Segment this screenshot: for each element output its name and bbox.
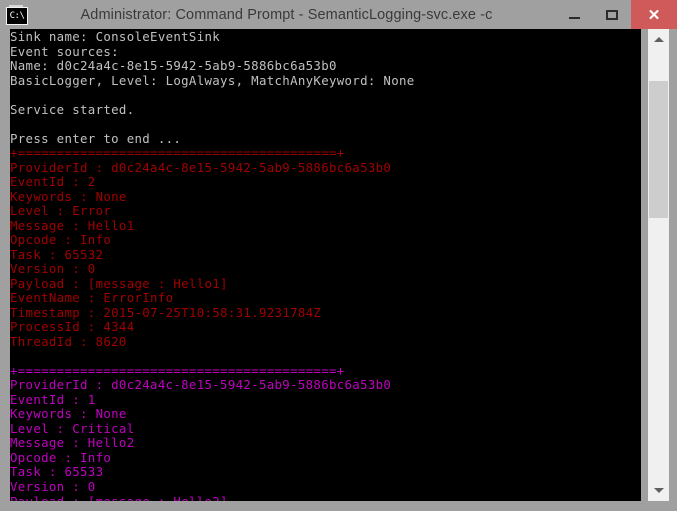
maximize-icon [606, 9, 618, 20]
scrollbar-thumb[interactable] [649, 81, 668, 218]
console-line: Press enter to end ... [10, 130, 182, 146]
console-window-icon: C:\ [6, 4, 28, 25]
console-line: Timestamp : 2015-07-25T10:58:31.9231784Z [10, 304, 322, 320]
console-line: Payload : [message : Hello2] [10, 493, 228, 501]
console-line: Name: d0c24a4c-8e15-5942-5ab9-5886bc6a53… [10, 58, 337, 74]
console-line: ProviderId : d0c24a4c-8e15-5942-5ab9-588… [10, 377, 392, 393]
console-line: Keywords : None [10, 188, 127, 204]
title-bar[interactable]: C:\ Administrator: Command Prompt - Sema… [0, 0, 677, 29]
console-line: Level : Critical [10, 420, 135, 436]
close-button[interactable]: ✕ [631, 0, 677, 29]
maximize-button[interactable] [593, 0, 631, 29]
console-line: Sink name: ConsoleEventSink [10, 29, 221, 44]
console-line: EventId : 1 [10, 391, 96, 407]
console-line: Event sources: [10, 43, 119, 59]
console-line: ProviderId : d0c24a4c-8e15-5942-5ab9-588… [10, 159, 392, 175]
console-line: Keywords : None [10, 406, 127, 422]
console-line: Message : Hello2 [10, 435, 135, 451]
vertical-scrollbar[interactable] [648, 29, 669, 501]
close-icon: ✕ [647, 6, 661, 24]
console-line: EventName : ErrorInfo [10, 290, 174, 306]
console-line: Payload : [message : Hello1] [10, 275, 228, 291]
console-line: Task : 65533 [10, 464, 104, 480]
minimize-icon [568, 16, 580, 19]
console-line: ThreadId : 8620 [10, 333, 127, 349]
console-line: ProcessId : 4344 [10, 319, 135, 335]
console-line: Opcode : Info [10, 232, 112, 248]
console-line: Level : Error [10, 203, 112, 219]
console-line: Opcode : Info [10, 449, 112, 465]
console-line: Task : 65532 [10, 246, 104, 262]
console-line: +=======================================… [10, 362, 345, 378]
chevron-down-icon [653, 488, 664, 493]
scroll-down-arrow[interactable] [648, 480, 669, 501]
console-output-area[interactable]: Sink name: ConsoleEventSink Event sources… [10, 29, 641, 501]
scrollbar-track-above[interactable] [648, 50, 669, 81]
console-line: Version : 0 [10, 478, 96, 494]
window-title: Administrator: Command Prompt - Semantic… [80, 6, 493, 23]
chevron-up-icon [653, 37, 664, 42]
terminal-text: Sink name: ConsoleEventSink Event sources… [10, 29, 641, 501]
minimize-button[interactable] [555, 0, 593, 29]
console-line: +=======================================… [10, 145, 345, 161]
console-line: EventId : 2 [10, 174, 96, 190]
command-prompt-window: C:\ Administrator: Command Prompt - Sema… [0, 0, 677, 511]
console-line: Service started. [10, 101, 135, 117]
scrollbar-track-below[interactable] [648, 218, 669, 480]
scroll-up-arrow[interactable] [648, 29, 669, 50]
console-line: BasicLogger, Level: LogAlways, MatchAnyK… [10, 72, 415, 88]
console-line: Version : 0 [10, 261, 96, 277]
window-frame: Sink name: ConsoleEventSink Event sources… [0, 29, 677, 511]
console-line: Message : Hello1 [10, 217, 135, 233]
